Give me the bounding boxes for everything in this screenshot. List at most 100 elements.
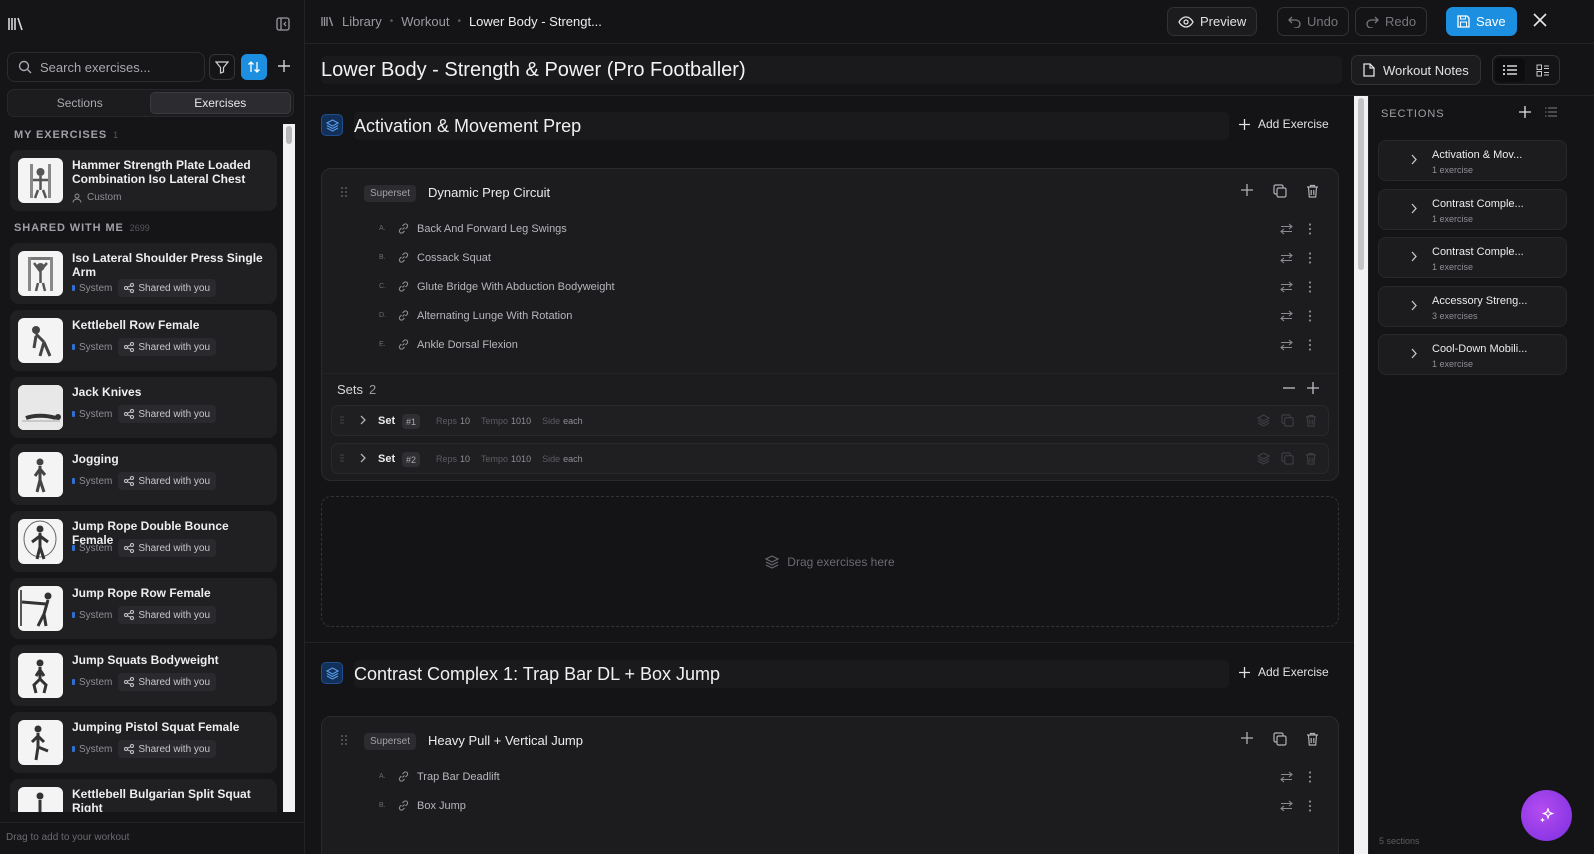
sort-button[interactable] [241, 54, 267, 80]
outline-section-item[interactable]: Cool-Down Mobili... 1 exercise [1378, 334, 1567, 375]
workout-canvas[interactable]: Activation & Movement Prep Add Exercise … [305, 96, 1354, 854]
swap-icon[interactable] [1280, 800, 1293, 812]
superset-name[interactable]: Heavy Pull + Vertical Jump [428, 733, 583, 748]
workout-title-input[interactable]: Lower Body - Strength & Power (Pro Footb… [321, 56, 1342, 84]
drag-handle-icon[interactable] [340, 454, 344, 462]
exercise-name[interactable]: Ankle Dorsal Flexion [417, 339, 518, 351]
layers-icon[interactable] [1257, 414, 1270, 427]
swap-icon[interactable] [1280, 310, 1293, 322]
add-exercise-button[interactable]: Add Exercise [1239, 665, 1329, 679]
section-name-input[interactable]: Contrast Complex 1: Trap Bar DL + Box Ju… [354, 660, 1229, 688]
add-exercise-button[interactable]: Add Exercise [1239, 117, 1329, 131]
canvas-scrollbar[interactable] [1354, 96, 1368, 854]
save-button[interactable]: Save [1446, 7, 1517, 36]
exercise-card[interactable]: Jump Rope Row Female System Shared with yo… [10, 578, 277, 639]
add-section-icon[interactable] [1519, 106, 1531, 118]
add-to-superset-icon[interactable] [1241, 184, 1253, 196]
add-set-icon[interactable] [1307, 382, 1319, 394]
exercise-name[interactable]: Back And Forward Leg Swings [417, 223, 567, 235]
chevron-right-icon[interactable] [1410, 300, 1418, 311]
workout-notes-button[interactable]: Workout Notes [1351, 55, 1481, 85]
swap-icon[interactable] [1280, 339, 1293, 351]
duplicate-icon[interactable] [1273, 184, 1287, 198]
exercise-card[interactable]: Kettlebell Bulgarian Split Squat RightSy… [10, 779, 277, 812]
filter-button[interactable] [209, 54, 235, 80]
exercise-card[interactable]: Jump Squats Bodyweight System Shared with … [10, 645, 277, 706]
layers-icon[interactable] [1257, 452, 1270, 465]
exercise-card[interactable]: Iso Lateral Shoulder Press Single Arm Sys… [10, 243, 277, 304]
more-options-icon[interactable] [1308, 252, 1312, 264]
superset-exercise-row[interactable]: B. Box Jump [322, 792, 1338, 821]
exercise-name[interactable]: Trap Bar Deadlift [417, 771, 500, 783]
exercise-card[interactable]: Kettlebell Row Female System Shared with y… [10, 310, 277, 371]
exercise-card[interactable]: Hammer Strength Plate Loaded Combination… [10, 150, 277, 211]
remove-set-icon[interactable] [1283, 382, 1295, 394]
superset-exercise-row[interactable]: B. Cossack Squat [322, 244, 1338, 273]
exercise-card[interactable]: Jogging System Shared with you [10, 444, 277, 505]
chevron-right-icon[interactable] [1410, 154, 1418, 165]
trash-icon[interactable] [1305, 452, 1317, 465]
superset-exercise-row[interactable]: A. Back And Forward Leg Swings [322, 215, 1338, 244]
swap-icon[interactable] [1280, 223, 1293, 235]
duplicate-icon[interactable] [1281, 414, 1294, 427]
close-icon[interactable] [1533, 13, 1547, 27]
add-to-superset-icon[interactable] [1241, 732, 1253, 744]
outline-section-item[interactable]: Accessory Streng... 3 exercises [1378, 285, 1567, 327]
chevron-right-icon[interactable] [1410, 251, 1418, 262]
exercise-name[interactable]: Alternating Lunge With Rotation [417, 310, 572, 322]
undo-button[interactable]: Undo [1277, 7, 1350, 36]
drag-handle-icon[interactable] [340, 416, 344, 424]
trash-icon[interactable] [1306, 184, 1319, 198]
exercise-name[interactable]: Glute Bridge With Abduction Bodyweight [417, 281, 615, 293]
list-icon[interactable] [1545, 107, 1557, 117]
drop-zone[interactable]: Drag exercises here [321, 496, 1339, 627]
exercise-card[interactable]: Jumping Pistol Squat Female System Shared … [10, 712, 277, 773]
breadcrumb-library[interactable]: Library [342, 14, 382, 29]
set-row[interactable]: Set #2 Reps 10 Tempo 1010 Side each [331, 443, 1329, 474]
more-options-icon[interactable] [1308, 800, 1312, 812]
trash-icon[interactable] [1306, 732, 1319, 746]
set-row[interactable]: Set #1 Reps 10 Tempo 1010 Side each [331, 405, 1329, 436]
list-view-button[interactable] [1495, 58, 1525, 82]
swap-icon[interactable] [1280, 771, 1293, 783]
outline-section-item[interactable]: Contrast Comple... 1 exercise [1378, 237, 1567, 278]
breadcrumb-workout[interactable]: Workout [401, 14, 449, 29]
preview-button[interactable]: Preview [1167, 7, 1258, 36]
exercise-list[interactable]: MY EXERCISES 1 Hammer Strength Plate Load… [0, 124, 283, 812]
redo-button[interactable]: Redo [1355, 7, 1428, 36]
chevron-right-icon[interactable] [1410, 203, 1418, 214]
more-options-icon[interactable] [1308, 223, 1312, 235]
duplicate-icon[interactable] [1281, 452, 1294, 465]
drag-handle-icon[interactable] [341, 187, 347, 197]
tab-exercises[interactable]: Exercises [149, 92, 291, 114]
swap-icon[interactable] [1280, 252, 1293, 264]
add-exercise-plus-button[interactable] [274, 56, 294, 76]
grid-view-button[interactable] [1527, 58, 1557, 82]
exercise-card[interactable]: Jump Rope Double Bounce Female System Shar… [10, 511, 277, 572]
more-options-icon[interactable] [1308, 281, 1312, 293]
ai-assistant-button[interactable] [1521, 790, 1572, 841]
library-icon[interactable] [8, 17, 24, 31]
collapse-panel-icon[interactable] [276, 17, 290, 31]
exercise-name[interactable]: Cossack Squat [417, 252, 491, 264]
library-scrollbar[interactable] [283, 124, 295, 812]
section-name-input[interactable]: Activation & Movement Prep [354, 112, 1229, 140]
chevron-right-icon[interactable] [359, 453, 367, 463]
duplicate-icon[interactable] [1273, 732, 1287, 746]
exercise-name[interactable]: Box Jump [417, 800, 466, 812]
superset-exercise-row[interactable]: D. Alternating Lunge With Rotation [322, 302, 1338, 331]
chevron-right-icon[interactable] [1410, 348, 1418, 359]
search-input[interactable] [40, 59, 190, 75]
more-options-icon[interactable] [1308, 339, 1312, 351]
drag-handle-icon[interactable] [341, 735, 347, 745]
superset-exercise-row[interactable]: E. Ankle Dorsal Flexion [322, 331, 1338, 360]
chevron-right-icon[interactable] [359, 415, 367, 425]
exercise-card[interactable]: Jack Knives System Shared with you [10, 377, 277, 438]
swap-icon[interactable] [1280, 281, 1293, 293]
superset-exercise-row[interactable]: C. Glute Bridge With Abduction Bodyweight [322, 273, 1338, 302]
outline-section-item[interactable]: Activation & Mov... 1 exercise [1378, 140, 1567, 181]
superset-exercise-row[interactable]: A. Trap Bar Deadlift [322, 763, 1338, 792]
superset-name[interactable]: Dynamic Prep Circuit [428, 185, 550, 200]
tab-sections[interactable]: Sections [10, 92, 150, 114]
more-options-icon[interactable] [1308, 310, 1312, 322]
